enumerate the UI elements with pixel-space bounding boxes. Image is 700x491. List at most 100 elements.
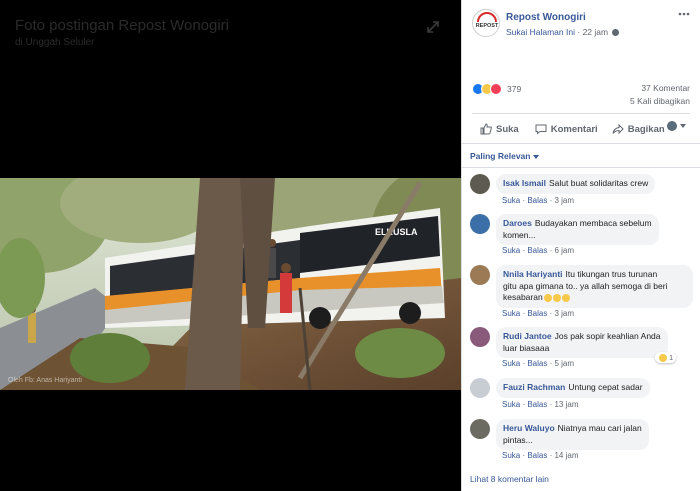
emoji-icon: [552, 293, 561, 302]
shares-count-link[interactable]: 5 Kali dibagikan: [630, 96, 690, 106]
emoji-icon: [543, 293, 552, 302]
fullscreen-icon[interactable]: [425, 19, 441, 35]
comment-time[interactable]: 3 jam: [554, 309, 574, 318]
comment-footer: Suka · Balas · 3 jam: [502, 196, 575, 205]
commenter-avatar[interactable]: [470, 214, 490, 234]
love-reaction-icon: [490, 83, 502, 95]
commenter-name[interactable]: Heru Waluyo: [503, 423, 555, 433]
comment-footer: Suka · Balas · 3 jam: [502, 309, 575, 318]
commenter-name[interactable]: Isak Ismail: [503, 178, 546, 188]
bus-accident-image: ELKUSLA: [0, 178, 461, 390]
page-avatar[interactable]: REPOST: [472, 9, 500, 37]
comment-like-link[interactable]: Suka: [502, 359, 520, 368]
comments-count-link[interactable]: 37 Komentar: [641, 83, 690, 93]
divider: [462, 143, 700, 144]
divider: [472, 113, 690, 114]
commenter-name[interactable]: Nnila Hariyanti: [503, 269, 563, 279]
post-meta: Sukai Halaman Ini · 22 jam: [506, 27, 620, 37]
comment-icon: [535, 124, 547, 135]
commenter-name[interactable]: Fauzi Rachman: [503, 382, 565, 392]
commenter-avatar[interactable]: [470, 419, 490, 439]
commenter-avatar[interactable]: [470, 174, 490, 194]
page-mini-avatar: [667, 121, 677, 131]
comment-reply-link[interactable]: Balas: [527, 451, 547, 460]
comment-reaction-count: 1: [669, 353, 674, 362]
comment-bubble: Isak Ismail Salut buat solidaritas crew: [496, 174, 656, 194]
emoji-icon: [561, 293, 570, 302]
share-label: Bagikan: [627, 123, 665, 135]
commenter-name[interactable]: Daroes: [503, 218, 532, 228]
like-button[interactable]: Suka: [480, 123, 519, 135]
commenter-avatar[interactable]: [470, 327, 490, 347]
comment-bubble: Nnila Hariyanti Itu tikungan trus turunan…: [496, 265, 693, 308]
comment-reply-link[interactable]: Balas: [527, 309, 547, 318]
divider: [462, 167, 700, 168]
comment-text: kesabaran: [503, 292, 543, 302]
comment-text: Itu tikungan trus turunan: [565, 269, 658, 279]
haha-reaction-icon: [659, 353, 667, 362]
comment-like-link[interactable]: Suka: [502, 309, 520, 318]
comment-footer: Suka · Balas · 13 jam: [502, 400, 579, 409]
like-label: Suka: [496, 123, 519, 135]
like-page-link[interactable]: Sukai Halaman Ini: [506, 27, 575, 37]
comment-text: Salut buat solidaritas crew: [549, 178, 649, 188]
viewer-title: Foto postingan Repost Wonogiri: [15, 17, 230, 34]
post-actions: Suka Komentari Bagikan: [472, 118, 690, 140]
viewer-subtitle[interactable]: di Unggah Seluler: [15, 37, 95, 48]
comment-text: Jos pak sopir keahlian Anda: [554, 331, 661, 341]
share-as-menu[interactable]: [667, 121, 686, 131]
comment-reply-link[interactable]: Balas: [527, 400, 547, 409]
comment-label: Komentari: [550, 123, 598, 135]
photo-viewer: Foto postingan Repost Wonogiri di Unggah…: [0, 0, 461, 491]
chevron-down-icon: [680, 124, 686, 128]
globe-icon: [612, 29, 620, 37]
comment-bubble: Fauzi Rachman Untung cepat sadar: [496, 378, 650, 398]
comment-reply-link[interactable]: Balas: [527, 196, 547, 205]
view-more-comments-link[interactable]: Lihat 8 komentar lain: [470, 474, 549, 484]
facebook-photo-viewer: Foto postingan Repost Wonogiri di Unggah…: [0, 0, 700, 491]
comment-time[interactable]: 6 jam: [554, 246, 574, 255]
svg-text:REPOST: REPOST: [476, 23, 499, 29]
svg-text:ELKUSLA: ELKUSLA: [375, 227, 418, 237]
comment-time[interactable]: 5 jam: [554, 359, 574, 368]
comment-reply-link[interactable]: Balas: [527, 246, 547, 255]
thumbs-up-icon: [480, 123, 492, 135]
comment-bubble: Heru Waluyo Niatnya mau cari jalan pintas…: [496, 419, 649, 450]
share-button[interactable]: Bagikan: [612, 123, 665, 135]
comment-like-link[interactable]: Suka: [502, 451, 520, 460]
comment-reaction-pill[interactable]: 1: [655, 352, 677, 363]
comment-text: pintas...: [503, 434, 533, 445]
post-photo[interactable]: ELKUSLA Oleh Fb: Anas Hariyanti: [0, 178, 461, 390]
comment-time[interactable]: 13 jam: [554, 400, 578, 409]
comment-like-link[interactable]: Suka: [502, 400, 520, 409]
comment-like-link[interactable]: Suka: [502, 246, 520, 255]
meta-separator: ·: [577, 27, 581, 37]
comment-time[interactable]: 14 jam: [554, 451, 578, 460]
commenter-avatar[interactable]: [470, 265, 490, 285]
comment-bubble: Rudi Jantoe Jos pak sopir keahlian Anda l…: [496, 327, 668, 358]
page-name-link[interactable]: Repost Wonogiri: [506, 12, 586, 23]
comment-button[interactable]: Komentari: [535, 123, 598, 135]
comment-like-link[interactable]: Suka: [502, 196, 520, 205]
comment-text: Budayakan membaca sebelum: [534, 218, 652, 228]
caret-down-icon: [533, 154, 540, 159]
comment-text: komen...: [503, 229, 536, 240]
comment-footer: Suka · Balas · 14 jam: [502, 451, 579, 460]
commenter-name[interactable]: Rudi Jantoe: [503, 331, 552, 341]
post-panel: REPOST Repost Wonogiri Sukai Halaman Ini…: [461, 0, 700, 491]
commenter-avatar[interactable]: [470, 378, 490, 398]
comment-time[interactable]: 3 jam: [554, 196, 574, 205]
comment-reply-link[interactable]: Balas: [527, 359, 547, 368]
comment-text: gitu apa gimana to.. ya allah semoga di …: [503, 280, 668, 291]
sort-label: Paling Relevan: [470, 151, 531, 161]
reaction-count: 379: [507, 84, 522, 94]
comment-bubble: Daroes Budayakan membaca sebelum komen...: [496, 214, 659, 245]
reactions-summary[interactable]: 379: [472, 82, 521, 96]
photo-credit: Oleh Fb: Anas Hariyanti: [8, 377, 82, 384]
post-time[interactable]: 22 jam: [583, 27, 609, 37]
comment-footer: Suka · Balas · 5 jam: [502, 359, 575, 368]
repost-logo-icon: REPOST: [474, 11, 499, 36]
comment-sort-dropdown[interactable]: Paling Relevan: [470, 151, 540, 161]
more-options-icon[interactable]: [678, 12, 690, 16]
comment-text: Niatnya mau cari jalan: [557, 423, 642, 433]
